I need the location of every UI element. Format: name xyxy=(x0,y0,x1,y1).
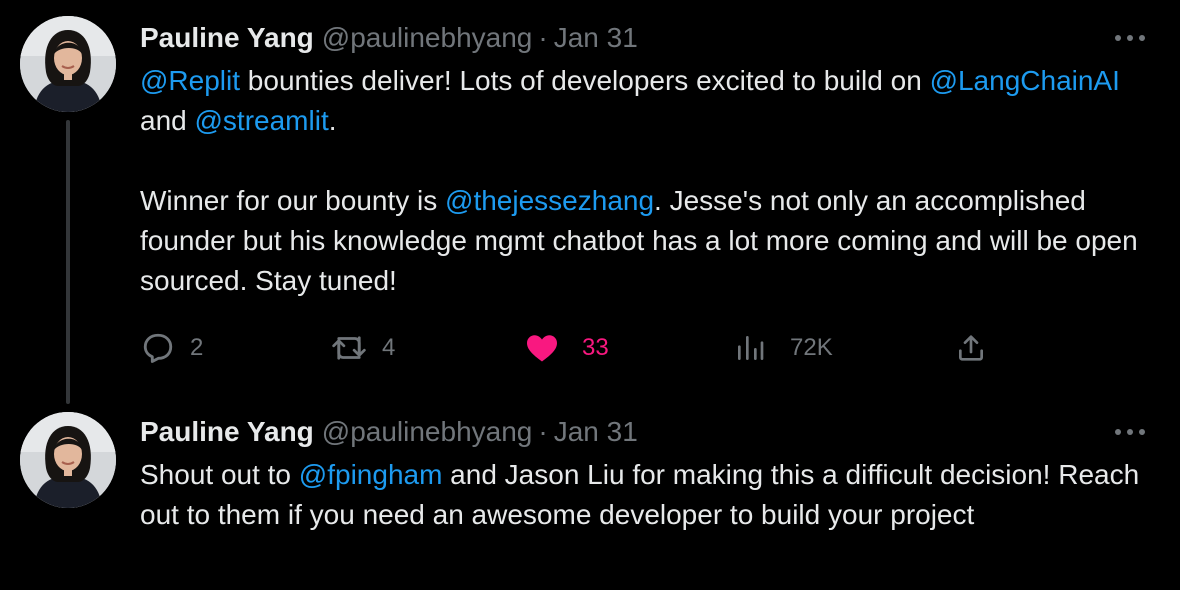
tweet-header: Pauline Yang @paulinebhyang · Jan 31 xyxy=(140,18,638,58)
author-display-name[interactable]: Pauline Yang xyxy=(140,18,314,58)
more-horizontal-icon xyxy=(1115,35,1145,41)
avatar[interactable] xyxy=(20,16,116,112)
retweet-button[interactable]: 4 xyxy=(330,328,395,368)
views-icon xyxy=(738,336,764,360)
tweet-text-segment: bounties deliver! Lots of developers exc… xyxy=(240,65,930,96)
like-button[interactable]: 33 xyxy=(524,328,609,368)
avatar[interactable] xyxy=(20,412,116,508)
tweet-text-segment: Winner for our bounty is xyxy=(140,185,446,216)
header-separator: · xyxy=(538,22,548,53)
tweet-thread: Pauline Yang @paulinebhyang · Jan 31 @Re… xyxy=(0,0,1180,590)
reply-icon xyxy=(143,333,173,363)
author-handle[interactable]: @paulinebhyang xyxy=(322,412,533,452)
mention-link[interactable]: @streamlit xyxy=(195,105,329,136)
mention-link[interactable]: @Replit xyxy=(140,65,240,96)
views-button[interactable]: 72K xyxy=(734,328,833,368)
author-handle[interactable]: @paulinebhyang xyxy=(322,18,533,58)
mention-link[interactable]: @LangChainAI xyxy=(930,65,1120,96)
tweet[interactable]: Pauline Yang @paulinebhyang · Jan 31 @Re… xyxy=(0,0,1180,404)
retweet-count: 4 xyxy=(382,334,396,361)
retweet-icon xyxy=(332,336,366,360)
heart-icon xyxy=(527,335,557,362)
header-separator: · xyxy=(538,416,548,447)
more-options-button[interactable] xyxy=(1110,420,1150,444)
share-button[interactable] xyxy=(955,328,987,368)
tweet-header: Pauline Yang @paulinebhyang · Jan 31 xyxy=(140,412,638,452)
mention-link[interactable]: @fpingham xyxy=(299,459,443,490)
reply-count: 2 xyxy=(190,334,204,361)
tweet-text-segment: . xyxy=(328,105,337,136)
views-count: 72K xyxy=(790,334,833,361)
tweet-text-segment: Shout out to xyxy=(140,459,299,490)
thread-connector-line xyxy=(66,120,70,404)
tweet-date[interactable]: Jan 31 xyxy=(554,18,638,58)
more-options-button[interactable] xyxy=(1110,26,1150,50)
tweet[interactable]: Pauline Yang @paulinebhyang · Jan 31 Sho… xyxy=(0,400,1180,590)
tweet-actions: 2 4 33 72K xyxy=(140,328,1000,368)
tweet-text: @Replit bounties deliver! Lots of develo… xyxy=(140,61,1160,301)
mention-link[interactable]: @thejessezhang xyxy=(445,185,654,216)
tweet-date[interactable]: Jan 31 xyxy=(554,412,638,452)
tweet-text: Shout out to @fpingham and Jason Liu for… xyxy=(140,455,1160,535)
author-display-name[interactable]: Pauline Yang xyxy=(140,412,314,452)
reply-button[interactable]: 2 xyxy=(140,328,203,368)
share-icon xyxy=(959,335,983,361)
more-horizontal-icon xyxy=(1115,429,1145,435)
like-count: 33 xyxy=(582,334,609,361)
